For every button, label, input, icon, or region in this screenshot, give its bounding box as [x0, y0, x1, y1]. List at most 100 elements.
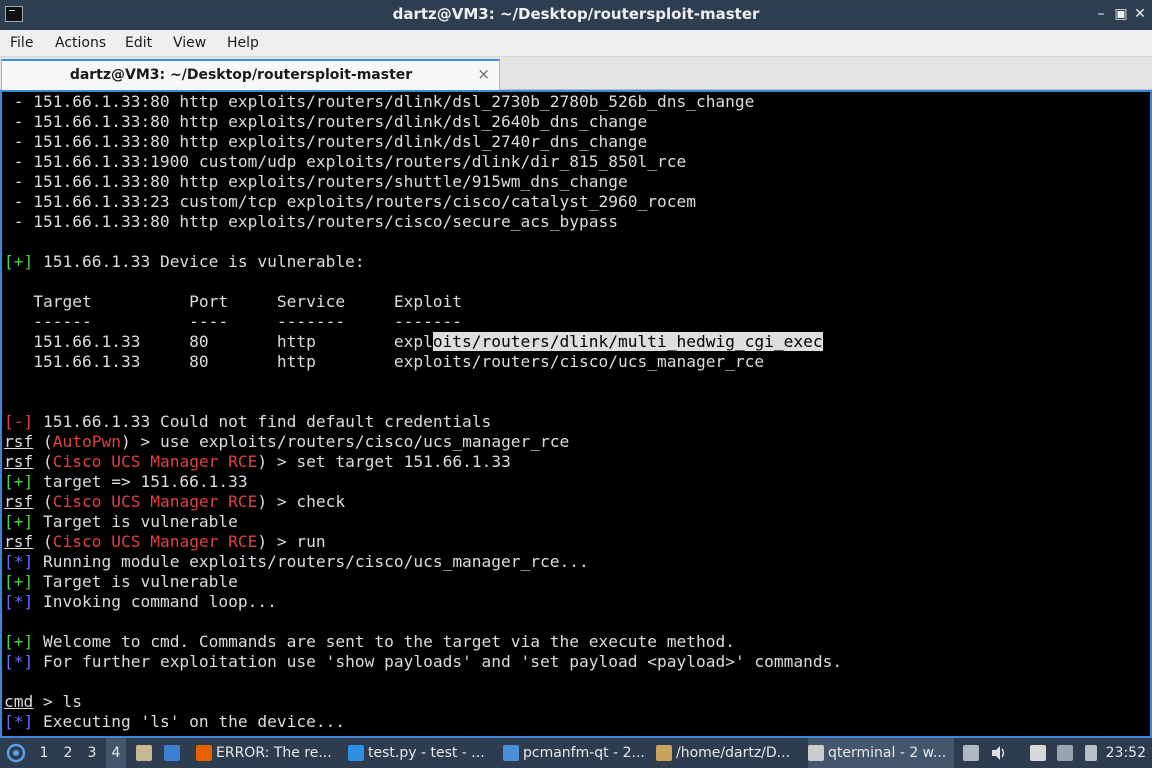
- menu-edit[interactable]: Edit: [125, 35, 152, 51]
- terminal-text: ) > check: [257, 492, 346, 511]
- clipboard-icon[interactable]: [1028, 738, 1048, 768]
- terminal-text: Welcome to cmd. Commands are sent to the…: [33, 632, 735, 651]
- terminal-text: > ls: [33, 692, 82, 711]
- terminal-text: (: [33, 492, 53, 511]
- clock[interactable]: 23:52: [1106, 738, 1146, 768]
- workspace-4[interactable]: 4: [106, 738, 126, 768]
- status-error: [-]: [4, 412, 34, 431]
- menu-bar: File Actions Edit View Help: [0, 30, 1152, 57]
- taskbar-task[interactable]: ERROR: The re...: [196, 738, 336, 768]
- terminal-text: For further exploitation use 'show paylo…: [33, 652, 843, 671]
- window-title: dartz@VM3: ~/Desktop/routersploit-master: [392, 5, 760, 23]
- terminal-text: Cisco UCS Manager RCE: [52, 452, 258, 471]
- terminal-text: 151.66.1.33 Could not find default crede…: [33, 412, 492, 431]
- maximize-icon[interactable]: ▣: [1113, 5, 1129, 23]
- menu-file[interactable]: File: [10, 35, 33, 51]
- status-info: [*]: [4, 652, 34, 671]
- start-menu-icon[interactable]: [6, 738, 28, 768]
- menu-view[interactable]: View: [173, 35, 206, 51]
- terminal-line: - 151.66.1.33:80 http exploits/routers/d…: [4, 92, 755, 112]
- archive-icon: [656, 745, 672, 761]
- terminal-text: ------ ---- ------- -------: [4, 312, 463, 331]
- taskbar-task[interactable]: test.py - test - ...: [348, 738, 494, 768]
- terminal-text: Target Port Service Exploit: [4, 292, 463, 311]
- battery-icon[interactable]: [1082, 738, 1102, 768]
- upload-icon[interactable]: [962, 738, 980, 768]
- terminal-line: - 151.66.1.33:80 http exploits/routers/s…: [4, 172, 628, 192]
- terminal-line: 151.66.1.33 80 http exploits/routers/cis…: [4, 352, 764, 372]
- terminal-text: Target is vulnerable: [33, 572, 238, 591]
- close-icon[interactable]: ✕: [1132, 5, 1148, 23]
- taskbar-task[interactable]: pcmanfm-qt - 2...: [503, 738, 649, 768]
- terminal-text: Executing 'ls' on the device...: [33, 712, 346, 731]
- terminal-line: [+] Target is vulnerable: [4, 512, 238, 532]
- workspace-2[interactable]: 2: [58, 738, 78, 768]
- terminal-line: - 151.66.1.33:1900 custom/udp exploits/r…: [4, 152, 686, 172]
- terminal-text: (: [33, 432, 53, 451]
- taskbar-task-label: ERROR: The re...: [216, 745, 332, 761]
- terminal-line: rsf (AutoPwn) > use exploits/routers/cis…: [4, 432, 569, 452]
- workspace-1[interactable]: 1: [34, 738, 54, 768]
- terminal-line: - 151.66.1.33:80 http exploits/routers/c…: [4, 212, 618, 232]
- taskbar-task-label: test.py - test - ...: [368, 745, 485, 761]
- terminal-line: rsf (Cisco UCS Manager RCE) > run: [4, 532, 326, 552]
- status-success: [+]: [4, 512, 34, 531]
- terminal-text: - 151.66.1.33:23 custom/tcp exploits/rou…: [4, 192, 696, 211]
- terminal-text: - 151.66.1.33:1900 custom/udp exploits/r…: [4, 152, 687, 171]
- network-icon[interactable]: [1055, 738, 1075, 768]
- terminal-text: ) > use exploits/routers/cisco/ucs_manag…: [120, 432, 570, 451]
- terminal-line: cmd > ls: [4, 692, 82, 712]
- terminal-line: [+] 151.66.1.33 Device is vulnerable:: [4, 252, 365, 272]
- terminal-icon: [808, 745, 824, 761]
- terminal-line: [*] Executing 'ls' on the device...: [4, 712, 345, 732]
- workspace-3[interactable]: 3: [82, 738, 102, 768]
- terminal-line: - 151.66.1.33:23 custom/tcp exploits/rou…: [4, 192, 696, 212]
- terminal-text: ) > run: [257, 532, 326, 551]
- terminal-text: rsf: [4, 532, 34, 551]
- status-info: [*]: [4, 552, 34, 571]
- terminal-text: Cisco UCS Manager RCE: [52, 492, 258, 511]
- terminal-tab[interactable]: dartz@VM3: ~/Desktop/routersploit-master…: [1, 59, 500, 90]
- terminal-text: Invoking command loop...: [33, 592, 277, 611]
- app-menu-icon[interactable]: [134, 738, 154, 768]
- status-info: [*]: [4, 592, 34, 611]
- terminal-text: - 151.66.1.33:80 http exploits/routers/d…: [4, 92, 755, 111]
- taskbar: 1 2 3 4 ERROR: The re... test.py - test -…: [0, 738, 1152, 768]
- terminal-line: [+] Welcome to cmd. Commands are sent to…: [4, 632, 735, 652]
- tab-close-icon[interactable]: ×: [477, 65, 490, 83]
- taskbar-task-label: /home/dartz/D...: [676, 745, 791, 761]
- status-info: [*]: [4, 712, 34, 731]
- taskbar-task-label: qterminal - 2 w...: [828, 745, 947, 761]
- terminal-text: Running module exploits/routers/cisco/uc…: [33, 552, 589, 571]
- volume-icon[interactable]: [990, 738, 1010, 768]
- terminal-text: cmd: [4, 692, 34, 711]
- status-success: [+]: [4, 632, 34, 651]
- terminal-text: 151.66.1.33 Device is vulnerable:: [33, 252, 365, 271]
- terminal-output[interactable]: - 151.66.1.33:80 http exploits/routers/d…: [0, 90, 1152, 738]
- minimize-icon[interactable]: –: [1093, 5, 1109, 23]
- terminal-line: [*] For further exploitation use 'show p…: [4, 652, 842, 672]
- terminal-line: [+] Target is vulnerable: [4, 572, 238, 592]
- taskbar-task[interactable]: /home/dartz/D...: [656, 738, 800, 768]
- terminal-text: Cisco UCS Manager RCE: [52, 532, 258, 551]
- taskbar-task[interactable]: qterminal - 2 w...: [808, 738, 954, 768]
- menu-actions[interactable]: Actions: [55, 35, 106, 51]
- terminal-line: ------ ---- ------- -------: [4, 312, 462, 332]
- terminal-line: [-] 151.66.1.33 Could not find default c…: [4, 412, 491, 432]
- title-bar: dartz@VM3: ~/Desktop/routersploit-master…: [0, 0, 1152, 30]
- terminal-text: - 151.66.1.33:80 http exploits/routers/c…: [4, 212, 618, 231]
- terminal-line: - 151.66.1.33:80 http exploits/routers/d…: [4, 112, 647, 132]
- terminal-text: - 151.66.1.33:80 http exploits/routers/d…: [4, 112, 648, 131]
- terminal-text: (: [33, 532, 53, 551]
- terminal-text: - 151.66.1.33:80 http exploits/routers/s…: [4, 172, 628, 191]
- status-success: [+]: [4, 252, 34, 271]
- terminal-line: [*] Running module exploits/routers/cisc…: [4, 552, 589, 572]
- menu-help[interactable]: Help: [227, 35, 259, 51]
- terminal-text: - 151.66.1.33:80 http exploits/routers/d…: [4, 132, 648, 151]
- terminal-text: rsf: [4, 452, 34, 471]
- terminal-text: rsf: [4, 432, 34, 451]
- status-success: [+]: [4, 472, 34, 491]
- terminal-line: rsf (Cisco UCS Manager RCE) > set target…: [4, 452, 511, 472]
- desktop-icon[interactable]: [162, 738, 184, 768]
- firefox-icon: [196, 745, 212, 761]
